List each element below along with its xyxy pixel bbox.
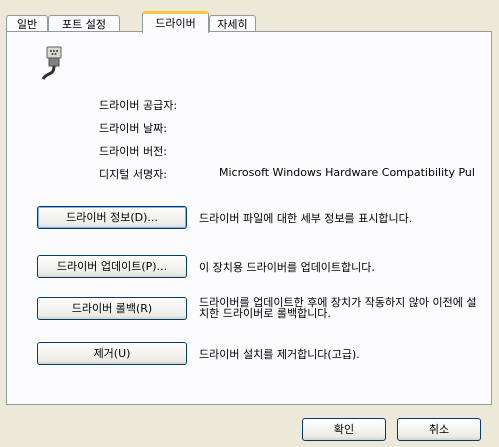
driver-version-label: 드라이버 버전: (99, 145, 167, 158)
rollback-driver-desc: 드라이버를 업데이트한 후에 장치가 작동하지 않아 이전에 설치한 드라이버로… (199, 296, 477, 320)
update-driver-desc: 이 장치용 드라이버를 업데이트합니다. (199, 261, 375, 274)
driver-tab-page: 드라이버 공급자: 드라이버 날짜: 드라이버 버전: 디지털 서명자: Mic… (6, 31, 492, 405)
uninstall-driver-desc: 드라이버 설치를 제거합니다(고급). (199, 348, 360, 361)
update-driver-button[interactable]: 드라이버 업데이트(P)... (37, 255, 187, 278)
tab-strip: 일반 포트 설정 드라이버 자세히 (6, 11, 486, 33)
ok-button[interactable]: 확인 (302, 418, 386, 441)
driver-date-label: 드라이버 날짜: (99, 122, 167, 135)
driver-details-desc: 드라이버 파일에 대한 세부 정보를 표시합니다. (199, 212, 413, 225)
digital-signer-label: 디지털 서명자: (99, 168, 167, 181)
driver-details-button[interactable]: 드라이버 정보(D)... (37, 206, 187, 229)
tab-port-settings[interactable]: 포트 설정 (48, 15, 120, 32)
digital-signer-value: Microsoft Windows Hardware Compatibility… (219, 166, 475, 179)
serial-port-icon (41, 46, 62, 80)
tab-details[interactable]: 자세히 (209, 15, 256, 32)
cancel-button[interactable]: 취소 (397, 418, 481, 441)
tab-general[interactable]: 일반 (6, 15, 48, 32)
driver-provider-label: 드라이버 공급자: (99, 99, 178, 112)
rollback-driver-button[interactable]: 드라이버 롤백(R) (37, 297, 187, 320)
uninstall-driver-button[interactable]: 제거(U) (37, 342, 187, 365)
tab-driver[interactable]: 드라이버 (142, 11, 209, 33)
